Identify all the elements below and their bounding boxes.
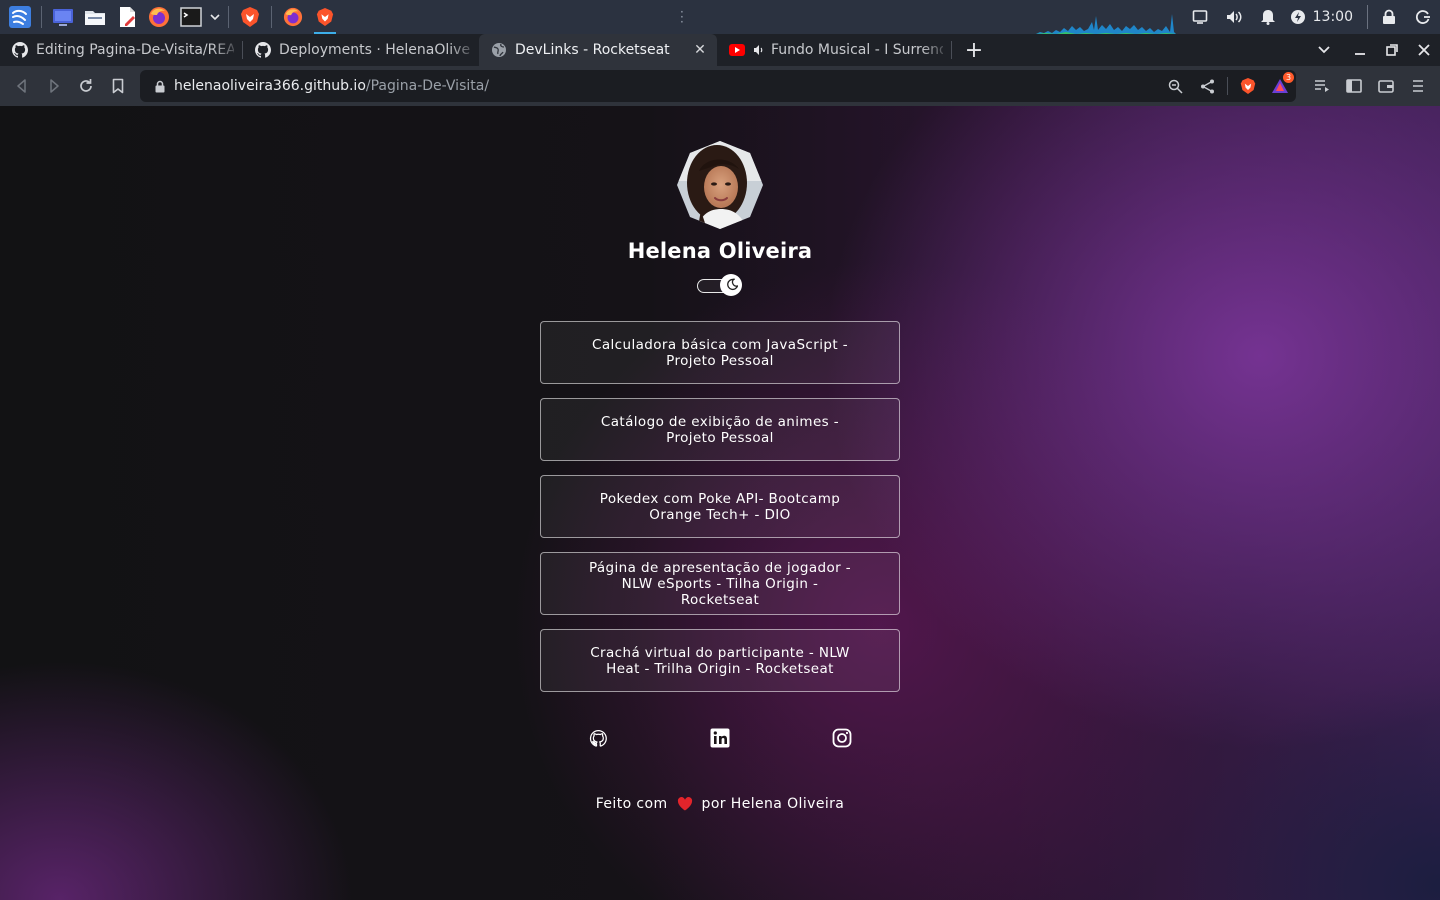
firefox-icon[interactable]	[144, 2, 174, 32]
tab-deployments[interactable]: Deployments · HelenaOliveira366	[243, 34, 479, 66]
volume-icon[interactable]	[1217, 0, 1251, 34]
page-content: Helena Oliveira Calculadora básica com J…	[0, 106, 1440, 900]
url-host: helenaoliveira366.github.io	[174, 78, 366, 94]
linkedin-icon[interactable]	[708, 726, 732, 750]
close-window-button[interactable]	[1408, 34, 1440, 66]
switch-knob[interactable]	[720, 274, 742, 296]
tab-title: Deployments · HelenaOliveira366	[279, 42, 471, 58]
address-bar-separator	[1227, 77, 1228, 95]
app-launcher-icon[interactable]	[5, 2, 35, 32]
tab-devlinks[interactable]: DevLinks - Rocketseat ✕	[479, 34, 717, 66]
moon-icon	[724, 276, 739, 295]
globe-icon	[491, 42, 507, 58]
avatar	[677, 141, 763, 229]
taskbar-separator	[41, 6, 42, 28]
github-icon	[12, 42, 28, 58]
terminal-menu-chevron-icon[interactable]	[208, 2, 222, 32]
footer-text-after: por Helena Oliveira	[701, 796, 845, 812]
github-icon[interactable]	[586, 726, 610, 750]
logout-icon[interactable]	[1406, 0, 1440, 34]
minimize-button[interactable]	[1344, 34, 1376, 66]
new-tab-button[interactable]: +	[958, 34, 990, 66]
tab-divider	[951, 41, 952, 59]
tab-fundo-musical[interactable]: Fundo Musical - I Surrender	[717, 34, 951, 66]
theme-toggle-switch[interactable]	[697, 274, 743, 298]
link-pagina-jogador[interactable]: Página de apresentação de jogador - NLW …	[540, 552, 900, 615]
address-bar[interactable]: helenaoliveira366.github.io/Pagina-De-Vi…	[140, 70, 1296, 102]
instagram-icon[interactable]	[830, 726, 854, 750]
network-activity-graph	[1036, 14, 1176, 34]
lock-icon[interactable]	[146, 80, 174, 93]
url-text[interactable]: helenaoliveira366.github.io/Pagina-De-Vi…	[174, 78, 489, 94]
toolbar-right-actions	[1306, 70, 1434, 102]
back-button[interactable]	[6, 70, 38, 102]
tab-title: Fundo Musical - I Surrender	[771, 42, 943, 58]
brave-icon[interactable]	[235, 2, 265, 32]
footer-text-before: Feito com	[595, 796, 668, 812]
brave-shields-icon[interactable]	[1232, 70, 1264, 102]
playlist-icon[interactable]	[1306, 70, 1338, 102]
tab-title: Editing Pagina-De-Visita/README.md	[36, 42, 234, 58]
lock-screen-icon[interactable]	[1372, 0, 1406, 34]
panel-drag-handle-icon[interactable]: · · ·	[680, 6, 684, 28]
footer: Feito com por Helena Oliveira	[0, 796, 1440, 812]
link-pokedex[interactable]: Pokedex com Poke API- Bootcamp Orange Te…	[540, 475, 900, 538]
window-controls	[1308, 34, 1440, 66]
tab-title: DevLinks - Rocketseat	[515, 42, 670, 58]
tab-editing-readme[interactable]: Editing Pagina-De-Visita/README.md	[0, 34, 242, 66]
forward-button[interactable]	[38, 70, 70, 102]
file-manager-icon[interactable]	[80, 2, 110, 32]
link-catalogo-animes[interactable]: Catálogo de exibição de animes - Projeto…	[540, 398, 900, 461]
clock[interactable]: 13:00	[1311, 9, 1363, 25]
taskbar-separator	[228, 6, 229, 28]
brave-rewards-icon[interactable]: 3	[1264, 70, 1296, 102]
reload-button[interactable]	[70, 70, 102, 102]
terminal-icon[interactable]	[176, 2, 206, 32]
profile-name: Helena Oliveira	[627, 239, 813, 263]
taskbar-separator	[271, 6, 272, 28]
browser-toolbar: helenaoliveira366.github.io/Pagina-De-Vi…	[0, 66, 1440, 106]
rewards-count-badge: 3	[1283, 72, 1294, 83]
taskbar-launchers	[0, 0, 341, 34]
link-cracha-virtual[interactable]: Crachá virtual do participante - NLW Hea…	[540, 629, 900, 692]
brave-window-icon[interactable]	[310, 2, 340, 34]
project-links-list: Calculadora básica com JavaScript - Proj…	[540, 321, 900, 706]
tray-separator	[1367, 5, 1368, 29]
heart-icon	[676, 796, 694, 812]
system-tray: 13:00	[1183, 0, 1440, 34]
bookmark-button[interactable]	[102, 70, 134, 102]
close-tab-icon[interactable]: ✕	[691, 41, 709, 59]
firefox-window-icon[interactable]	[278, 2, 308, 32]
notifications-bell-icon[interactable]	[1251, 0, 1285, 34]
share-icon[interactable]	[1191, 70, 1223, 102]
maximize-button[interactable]	[1376, 34, 1408, 66]
browser-tab-strip: Editing Pagina-De-Visita/README.md Deplo…	[0, 34, 1440, 66]
sidebar-toggle-icon[interactable]	[1338, 70, 1370, 102]
url-path: /Pagina-De-Visita/	[365, 78, 490, 94]
desktop-icon[interactable]	[48, 2, 78, 32]
os-taskbar: · · · 13:00	[0, 0, 1440, 34]
zoom-icon[interactable]	[1159, 70, 1191, 102]
address-bar-actions: 3	[1159, 70, 1296, 102]
youtube-icon	[729, 42, 745, 58]
power-status-icon[interactable]	[1285, 0, 1311, 34]
social-links	[540, 726, 900, 750]
text-editor-icon[interactable]	[112, 2, 142, 32]
github-icon	[255, 42, 271, 58]
audio-playing-icon[interactable]	[753, 42, 765, 58]
main-menu-icon[interactable]	[1402, 70, 1434, 102]
display-icon[interactable]	[1183, 0, 1217, 34]
tab-search-chevron-icon[interactable]	[1308, 34, 1340, 66]
wallet-icon[interactable]	[1370, 70, 1402, 102]
link-calculadora[interactable]: Calculadora básica com JavaScript - Proj…	[540, 321, 900, 384]
